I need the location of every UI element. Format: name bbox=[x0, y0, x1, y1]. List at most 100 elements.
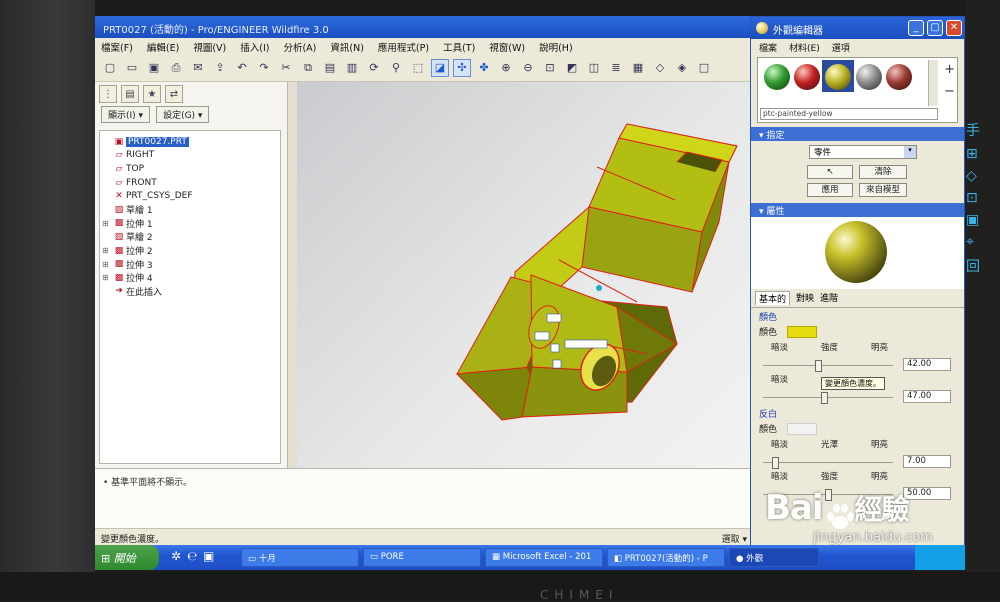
gray-sphere-swatch[interactable] bbox=[856, 64, 882, 90]
view-manager-icon[interactable]: ▦ bbox=[629, 59, 647, 77]
tree-item-top[interactable]: ▱ TOP bbox=[102, 162, 278, 176]
yellow-sphere-swatch[interactable] bbox=[825, 64, 851, 90]
appearance-name-field[interactable]: ptc-painted-yellow bbox=[760, 108, 938, 120]
model-tree-tab-icon[interactable]: ⋮ bbox=[99, 85, 117, 103]
ambient-slider-thumb[interactable] bbox=[821, 392, 828, 404]
zoom-in-icon[interactable]: ⊕ bbox=[497, 59, 515, 77]
hidden-line-icon[interactable]: ◈ bbox=[673, 59, 691, 77]
menu-insert[interactable]: 插入(I) bbox=[240, 40, 269, 54]
palette-scrollbar[interactable] bbox=[928, 60, 938, 106]
show-dropdown[interactable]: 顯示(I) ▾ bbox=[101, 106, 151, 123]
connections-tab-icon[interactable]: ⇄ bbox=[165, 85, 183, 103]
intensity-slider-thumb[interactable] bbox=[815, 360, 822, 372]
intensity-value-field[interactable]: 42.00 bbox=[903, 358, 951, 371]
apply-button[interactable]: 應用 bbox=[807, 183, 853, 197]
paste-icon[interactable]: ▤ bbox=[321, 59, 339, 77]
taskbar-item-proe[interactable]: ◧ PRT0027(活動的) - P bbox=[607, 548, 725, 567]
ae-menu-material[interactable]: 材料(E) bbox=[789, 41, 820, 54]
gloss-value-field[interactable]: 7.00 bbox=[903, 455, 951, 468]
maximize-button[interactable]: ▢ bbox=[927, 20, 943, 36]
ae-menu-file[interactable]: 檔案 bbox=[759, 41, 777, 54]
menu-view[interactable]: 視圖(V) bbox=[193, 40, 226, 54]
selection-box-icon[interactable]: ⬚ bbox=[409, 59, 427, 77]
color-swatch[interactable] bbox=[787, 326, 817, 338]
expand-icon[interactable]: ⊞ bbox=[102, 260, 112, 269]
orient-icon[interactable]: ✤ bbox=[475, 59, 493, 77]
menu-file[interactable]: 檔案(F) bbox=[101, 40, 133, 54]
taskbar-item-appearance[interactable]: ● 外觀 bbox=[729, 548, 819, 567]
wireframe-icon[interactable]: ◇ bbox=[651, 59, 669, 77]
ambient-slider[interactable] bbox=[763, 392, 893, 404]
layers-icon[interactable]: ≣ bbox=[607, 59, 625, 77]
reorient-icon[interactable]: ◩ bbox=[563, 59, 581, 77]
saved-views-icon[interactable]: ◫ bbox=[585, 59, 603, 77]
clear-button[interactable]: 清除 bbox=[859, 165, 907, 179]
graphics-window[interactable] bbox=[297, 82, 755, 468]
spin-center-icon[interactable]: ✣ bbox=[453, 58, 471, 77]
expand-icon[interactable]: ⊞ bbox=[102, 219, 112, 228]
taskbar-item-folder[interactable]: ▭ 十月 bbox=[241, 548, 359, 567]
expand-icon[interactable]: ⊞ bbox=[102, 273, 112, 282]
from-model-button[interactable]: 來自模型 bbox=[859, 183, 907, 197]
menu-edit[interactable]: 編輯(E) bbox=[147, 40, 179, 54]
menu-applications[interactable]: 應用程式(P) bbox=[378, 40, 429, 54]
properties-section-header[interactable]: ▾ 屬性 bbox=[751, 203, 964, 217]
tree-item-extrude-1[interactable]: ⊞ ▩ 拉伸 1 bbox=[102, 217, 278, 231]
redo-icon[interactable]: ↷ bbox=[255, 59, 273, 77]
tab-basic[interactable]: 基本的 bbox=[755, 291, 791, 305]
hl-intensity-value-field[interactable]: 50.00 bbox=[903, 487, 951, 500]
settings-dropdown[interactable]: 設定(G) ▾ bbox=[156, 106, 210, 123]
tree-item-extrude-3[interactable]: ⊞ ▩ 拉伸 3 bbox=[102, 257, 278, 271]
assign-target-dropdown[interactable]: 零件 ▾ bbox=[809, 145, 917, 159]
quicklaunch-ie-icon[interactable]: ℮ bbox=[187, 549, 197, 563]
panel-sash[interactable] bbox=[288, 82, 297, 468]
green-sphere-swatch[interactable] bbox=[764, 64, 790, 90]
assign-section-header[interactable]: ▾ 指定 bbox=[751, 127, 964, 141]
find-icon[interactable]: ⚲ bbox=[387, 59, 405, 77]
tree-item-extrude-2[interactable]: ⊞ ▩ 拉伸 2 bbox=[102, 244, 278, 258]
repaint-icon[interactable]: ◪ bbox=[431, 58, 449, 77]
red-sphere-swatch[interactable] bbox=[794, 64, 820, 90]
paste-special-icon[interactable]: ▥ bbox=[343, 59, 361, 77]
tree-item-csys[interactable]: ✕ PRT_CSYS_DEF bbox=[102, 189, 278, 203]
gloss-slider-thumb[interactable] bbox=[772, 457, 779, 469]
menu-analysis[interactable]: 分析(A) bbox=[283, 40, 316, 54]
print-icon[interactable]: ⎙ bbox=[167, 59, 185, 77]
taskbar-item-pore[interactable]: ▭ PORE bbox=[363, 548, 481, 567]
intensity-slider[interactable] bbox=[763, 360, 893, 372]
dark-red-sphere-swatch[interactable] bbox=[886, 64, 912, 90]
tab-advanced[interactable]: 進階 bbox=[820, 291, 838, 305]
folder-browser-tab-icon[interactable]: ▤ bbox=[121, 85, 139, 103]
expand-icon[interactable]: ⊞ bbox=[102, 246, 112, 255]
new-file-icon[interactable]: ▢ bbox=[101, 59, 119, 77]
tree-item-extrude-4[interactable]: ⊞ ▩ 拉伸 4 bbox=[102, 271, 278, 285]
tree-item-root[interactable]: ▣ PRT0027.PRT bbox=[102, 135, 278, 149]
ae-menu-options[interactable]: 選項 bbox=[832, 41, 850, 54]
tree-item-front[interactable]: ▱ FRONT bbox=[102, 176, 278, 190]
add-appearance-icon[interactable]: + bbox=[944, 62, 955, 77]
tree-item-insert-here[interactable]: ➜ 在此插入 bbox=[102, 285, 278, 299]
gloss-slider[interactable] bbox=[763, 457, 893, 469]
favorites-tab-icon[interactable]: ★ bbox=[143, 85, 161, 103]
taskbar-item-excel[interactable]: ▦ Microsoft Excel - 201 bbox=[485, 548, 603, 567]
no-hidden-icon[interactable]: □ bbox=[695, 59, 713, 77]
open-folder-icon[interactable]: ▭ bbox=[123, 59, 141, 77]
tree-item-right[interactable]: ▱ RIGHT bbox=[102, 149, 278, 163]
save-icon[interactable]: ▣ bbox=[145, 59, 163, 77]
tab-mapping[interactable]: 對映 bbox=[796, 291, 814, 305]
highlight-color-swatch[interactable] bbox=[787, 423, 817, 435]
minimize-button[interactable]: _ bbox=[908, 20, 924, 36]
zoom-out-icon[interactable]: ⊖ bbox=[519, 59, 537, 77]
menu-info[interactable]: 資訊(N) bbox=[330, 40, 364, 54]
regenerate-icon[interactable]: ⟳ bbox=[365, 59, 383, 77]
menu-tools[interactable]: 工具(T) bbox=[443, 40, 475, 54]
refit-icon[interactable]: ⊡ bbox=[541, 59, 559, 77]
system-tray[interactable] bbox=[915, 545, 965, 570]
send-icon[interactable]: ⇪ bbox=[211, 59, 229, 77]
cut-icon[interactable]: ✂ bbox=[277, 59, 295, 77]
undo-icon[interactable]: ↶ bbox=[233, 59, 251, 77]
quicklaunch-app-icon[interactable]: ✲ bbox=[171, 549, 181, 563]
menu-window[interactable]: 視窗(W) bbox=[489, 40, 525, 54]
part-model[interactable] bbox=[297, 82, 755, 468]
remove-appearance-icon[interactable]: − bbox=[944, 84, 955, 99]
